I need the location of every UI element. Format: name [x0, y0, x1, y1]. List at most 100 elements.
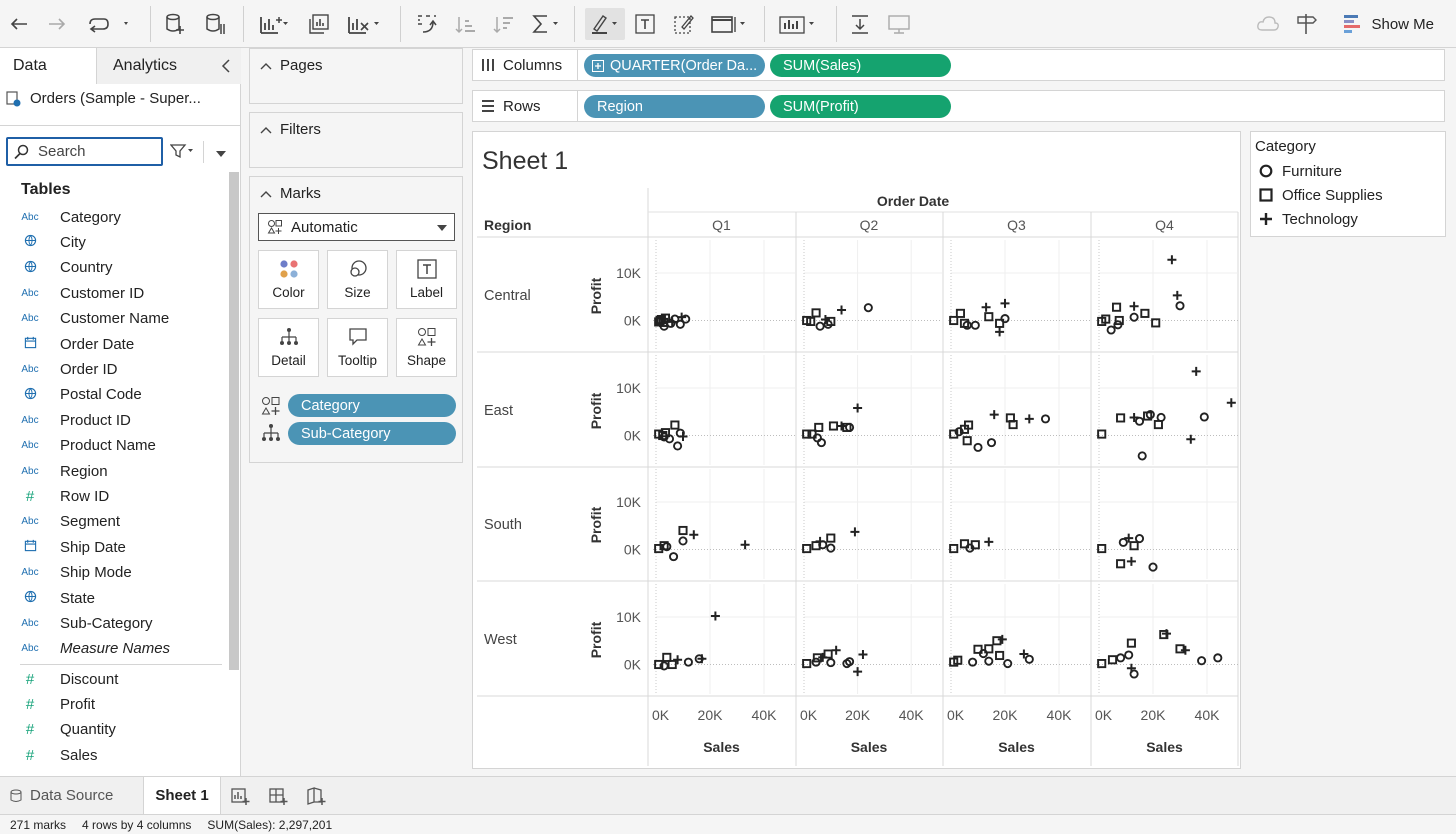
view-menu-icon[interactable] — [214, 146, 228, 162]
string-type-icon: Abc — [21, 516, 39, 528]
mark-type-dropdown[interactable]: Automatic — [258, 213, 455, 241]
legend-item-technology[interactable]: Technology — [1259, 208, 1358, 230]
field-region[interactable]: Abc Region — [20, 459, 107, 483]
field-measure-names[interactable]: Abc Measure Names — [20, 637, 170, 661]
field-segment[interactable]: Abc Segment — [20, 510, 120, 534]
download-icon[interactable] — [846, 8, 874, 40]
columns-pill-quarter[interactable]: QUARTER(Order Da... — [584, 54, 765, 77]
format-workbook-icon[interactable] — [670, 8, 698, 40]
scatter-plot-matrix[interactable]: Order Date Region Q1 Q2 Q3 Q4 Central Profit 10K… — [473, 132, 1240, 768]
new-worksheet-icon[interactable] — [256, 8, 292, 40]
sort-ascending-icon[interactable] — [452, 8, 480, 40]
detail-button[interactable]: Detail — [258, 318, 319, 377]
field-ship-mode[interactable]: Abc Ship Mode — [20, 561, 131, 585]
duplicate-sheet-icon[interactable] — [304, 8, 334, 40]
viz-area[interactable]: Sheet 1 Order Date Region Q1 Q2 Q3 Q4 Central P… — [472, 131, 1241, 769]
point-furniture — [1024, 654, 1034, 664]
highlight-icon[interactable] — [585, 8, 625, 40]
point-office-supplies — [955, 308, 966, 318]
field-quantity[interactable]: # Quantity — [20, 718, 116, 742]
field-city[interactable]: City — [20, 230, 86, 254]
x-tick-label: 40K — [752, 707, 778, 723]
point-furniture — [1137, 451, 1147, 461]
label-button[interactable]: Label — [396, 250, 457, 309]
size-button[interactable]: Size — [327, 250, 388, 309]
field-row-id[interactable]: # Row ID — [20, 484, 109, 508]
filters-card[interactable]: Filters — [249, 112, 463, 168]
field-country[interactable]: Country — [20, 256, 113, 280]
field-order-id[interactable]: Abc Order ID — [20, 357, 117, 381]
field-label: Discount — [60, 670, 119, 688]
field-ship-date[interactable]: Ship Date — [20, 535, 126, 559]
redo-icon[interactable] — [44, 8, 70, 40]
rows-pill-sum-profit[interactable]: SUM(Profit) — [770, 95, 951, 118]
new-story-tab-icon[interactable] — [302, 777, 330, 814]
legend-item-furniture[interactable]: Furniture — [1259, 160, 1342, 182]
datasource-item[interactable]: Orders (Sample - Super... — [6, 90, 201, 107]
shape-legend[interactable]: Category Furniture Office Supplies Techn… — [1250, 131, 1446, 237]
signpost-icon[interactable] — [1292, 8, 1320, 40]
field-order-date[interactable]: Order Date — [20, 332, 134, 356]
show-mark-labels-icon[interactable] — [632, 8, 658, 40]
pause-updates-icon[interactable] — [200, 8, 230, 40]
field-product-name[interactable]: Abc Product Name — [20, 434, 156, 458]
shape-button[interactable]: Shape — [396, 318, 457, 377]
rows-pill-region[interactable]: Region — [584, 95, 765, 118]
totals-icon[interactable] — [528, 8, 564, 40]
presentation-mode-icon[interactable] — [776, 8, 822, 40]
color-button[interactable]: Color — [258, 250, 319, 309]
field-customer-name[interactable]: Abc Customer Name — [20, 307, 169, 331]
cloud-icon[interactable] — [1254, 8, 1282, 40]
tab-data[interactable]: Data — [0, 48, 96, 84]
field-label: Product ID — [60, 411, 131, 429]
legend-item-office-supplies[interactable]: Office Supplies — [1259, 184, 1383, 206]
collapse-chevron-icon[interactable] — [260, 189, 272, 199]
sort-descending-icon[interactable] — [490, 8, 518, 40]
columns-pill-sum-sales[interactable]: SUM(Sales) — [770, 54, 951, 77]
legend-title: Category — [1255, 138, 1316, 155]
share-icon[interactable] — [884, 8, 914, 40]
tab-data-source[interactable]: Data Source — [0, 777, 143, 814]
point-office-supplies — [949, 544, 959, 554]
undo-icon[interactable] — [6, 8, 32, 40]
field-profit[interactable]: # Profit — [20, 692, 95, 716]
collapse-chevron-icon[interactable] — [260, 61, 272, 71]
point-technology — [689, 530, 699, 540]
field-sub-category[interactable]: Abc Sub-Category — [20, 611, 152, 635]
collapse-pane-icon[interactable] — [220, 58, 232, 77]
new-data-source-icon[interactable] — [160, 8, 190, 40]
filters-title: Filters — [280, 121, 321, 138]
chevron-down-icon — [437, 225, 447, 231]
expand-plus-icon[interactable] — [592, 59, 604, 72]
field-postal-code[interactable]: Postal Code — [20, 383, 142, 407]
field-sales[interactable]: # Sales — [20, 743, 98, 767]
rows-shelf[interactable]: Rows Region SUM(Profit) — [472, 90, 1445, 122]
point-technology — [1172, 290, 1182, 300]
columns-shelf[interactable]: Columns QUARTER(Order Da... SUM(Sales) — [472, 49, 1445, 81]
tab-sheet-1[interactable]: Sheet 1 — [143, 777, 221, 814]
field-category[interactable]: Abc Category — [20, 205, 121, 229]
size-label: Size — [344, 285, 371, 300]
marks-pill-sub-category[interactable]: Sub-Category — [288, 422, 456, 445]
revert-icon[interactable] — [82, 8, 134, 40]
show-me-button[interactable]: Show Me — [1343, 8, 1434, 40]
field-state[interactable]: State — [20, 586, 95, 610]
fit-icon[interactable] — [708, 8, 750, 40]
search-input[interactable]: Search — [6, 137, 163, 166]
y-tick-label: 10K — [616, 494, 642, 510]
new-worksheet-tab-icon[interactable] — [226, 777, 254, 814]
tooltip-button[interactable]: Tooltip — [327, 318, 388, 377]
field-discount[interactable]: # Discount — [20, 667, 119, 691]
new-dashboard-tab-icon[interactable] — [264, 777, 292, 814]
field-product-id[interactable]: Abc Product ID — [20, 408, 131, 432]
collapse-chevron-icon[interactable] — [260, 125, 272, 135]
point-office-supplies — [984, 312, 994, 322]
filter-fields-icon[interactable] — [169, 143, 196, 162]
point-office-supplies — [1129, 541, 1139, 551]
swap-rows-columns-icon[interactable] — [412, 8, 442, 40]
clear-sheet-icon[interactable] — [344, 8, 384, 40]
field-list-scrollbar[interactable] — [229, 172, 239, 670]
point-furniture — [816, 438, 826, 448]
marks-pill-category[interactable]: Category — [288, 394, 456, 417]
field-customer-id[interactable]: Abc Customer ID — [20, 281, 144, 305]
